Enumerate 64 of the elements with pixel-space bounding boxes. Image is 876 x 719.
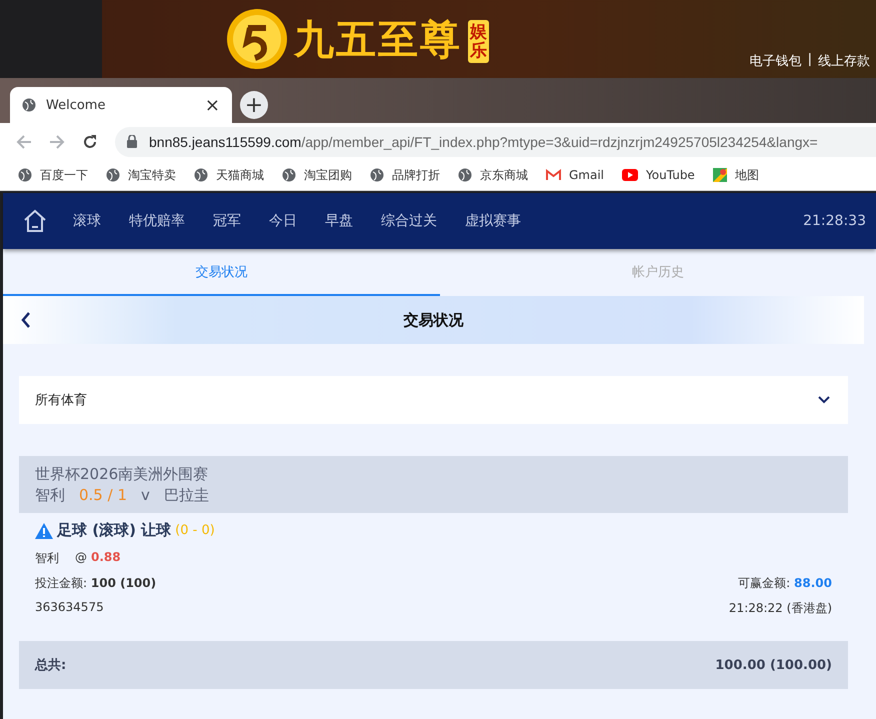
wallet-link[interactable]: 电子钱包	[750, 52, 802, 70]
nav-item[interactable]: 今日	[269, 212, 297, 230]
globe-icon	[282, 168, 296, 182]
mail-icon	[546, 169, 561, 181]
lock-icon	[127, 135, 137, 148]
nav-item[interactable]: 虚拟赛事	[465, 212, 521, 230]
globe-icon	[458, 168, 472, 182]
warning-icon	[35, 522, 53, 538]
nav-item[interactable]: 特优赔率	[129, 212, 185, 230]
logo-icon	[226, 8, 288, 70]
ticket-number: 363634575	[35, 600, 104, 616]
link-separator: |	[808, 52, 812, 69]
odds: 0.88	[91, 550, 121, 566]
close-button[interactable]: ×	[204, 94, 220, 116]
browser-tab[interactable]: Welcome ×	[10, 87, 232, 123]
nav-item[interactable]: 早盘	[325, 212, 353, 230]
chevron-down-icon	[818, 396, 830, 404]
map-icon	[712, 168, 727, 182]
win-label: 可赢金额:	[738, 576, 790, 590]
bookmark-item[interactable]: Gmail	[546, 168, 604, 182]
nav-item[interactable]: 冠军	[213, 212, 241, 230]
bookmark-item[interactable]: 京东商城	[458, 166, 528, 184]
total-label: 总共:	[35, 657, 66, 674]
globe-icon	[18, 168, 32, 182]
league-name: 世界杯2026南美洲外围赛	[35, 465, 210, 484]
globe-icon	[106, 168, 120, 182]
selection: 智利	[35, 550, 59, 567]
market-name: 足球 (滚球) 让球	[57, 521, 172, 540]
bookmark-item[interactable]: 地图	[712, 166, 759, 184]
bookmark-item[interactable]: 天猫商城	[194, 166, 264, 184]
page-title: 交易状况	[404, 310, 464, 330]
logo-text: 九五至尊	[294, 16, 462, 64]
nav-item[interactable]: 综合过关	[381, 212, 437, 230]
bookmark-item[interactable]: 百度一下	[18, 166, 88, 184]
bookmark-item[interactable]: 淘宝特卖	[106, 166, 176, 184]
versus-label: v	[141, 486, 150, 505]
logo-badge: 娱乐	[468, 20, 489, 64]
at-sign: @	[75, 550, 87, 566]
play-icon	[622, 169, 638, 181]
new-tab-button[interactable]: +	[240, 91, 268, 119]
home-team: 智利	[35, 486, 65, 505]
globe-icon	[370, 168, 384, 182]
handicap: 0.5 / 1	[79, 486, 127, 505]
bookmark-item[interactable]: 品牌打折	[370, 166, 440, 184]
bet-time: 21:28:22 (香港盘)	[728, 600, 832, 617]
home-icon[interactable]	[23, 209, 47, 233]
total-amount: 100.00 (100.00)	[715, 658, 832, 672]
sport-dropdown[interactable]: 所有体育	[19, 376, 848, 424]
globe-icon	[194, 168, 208, 182]
reload-icon[interactable]	[82, 134, 98, 150]
stake-label: 投注金额:	[35, 576, 88, 590]
tab-title: Welcome	[46, 98, 106, 112]
away-team: 巴拉圭	[164, 486, 209, 505]
score: (0 - 0)	[175, 523, 215, 538]
address-field[interactable]: bnn85.jeans115599.com/app/member_api/FT_index.php?mtype=3&uid=rdzjnzrjm24925705l234254&langx=	[115, 126, 876, 156]
clock-time: 21:28:33	[803, 213, 866, 229]
bookmark-item[interactable]: 淘宝团购	[282, 166, 352, 184]
stake-amount: 100 (100)	[90, 576, 156, 590]
win-amount: 88.00	[794, 576, 832, 590]
deposit-link[interactable]: 线上存款	[818, 52, 870, 70]
back-chevron-icon[interactable]	[21, 312, 31, 328]
nav-item[interactable]: 滚球	[73, 212, 101, 230]
bookmark-item[interactable]: YouTube	[622, 168, 695, 182]
globe-icon	[22, 98, 36, 112]
